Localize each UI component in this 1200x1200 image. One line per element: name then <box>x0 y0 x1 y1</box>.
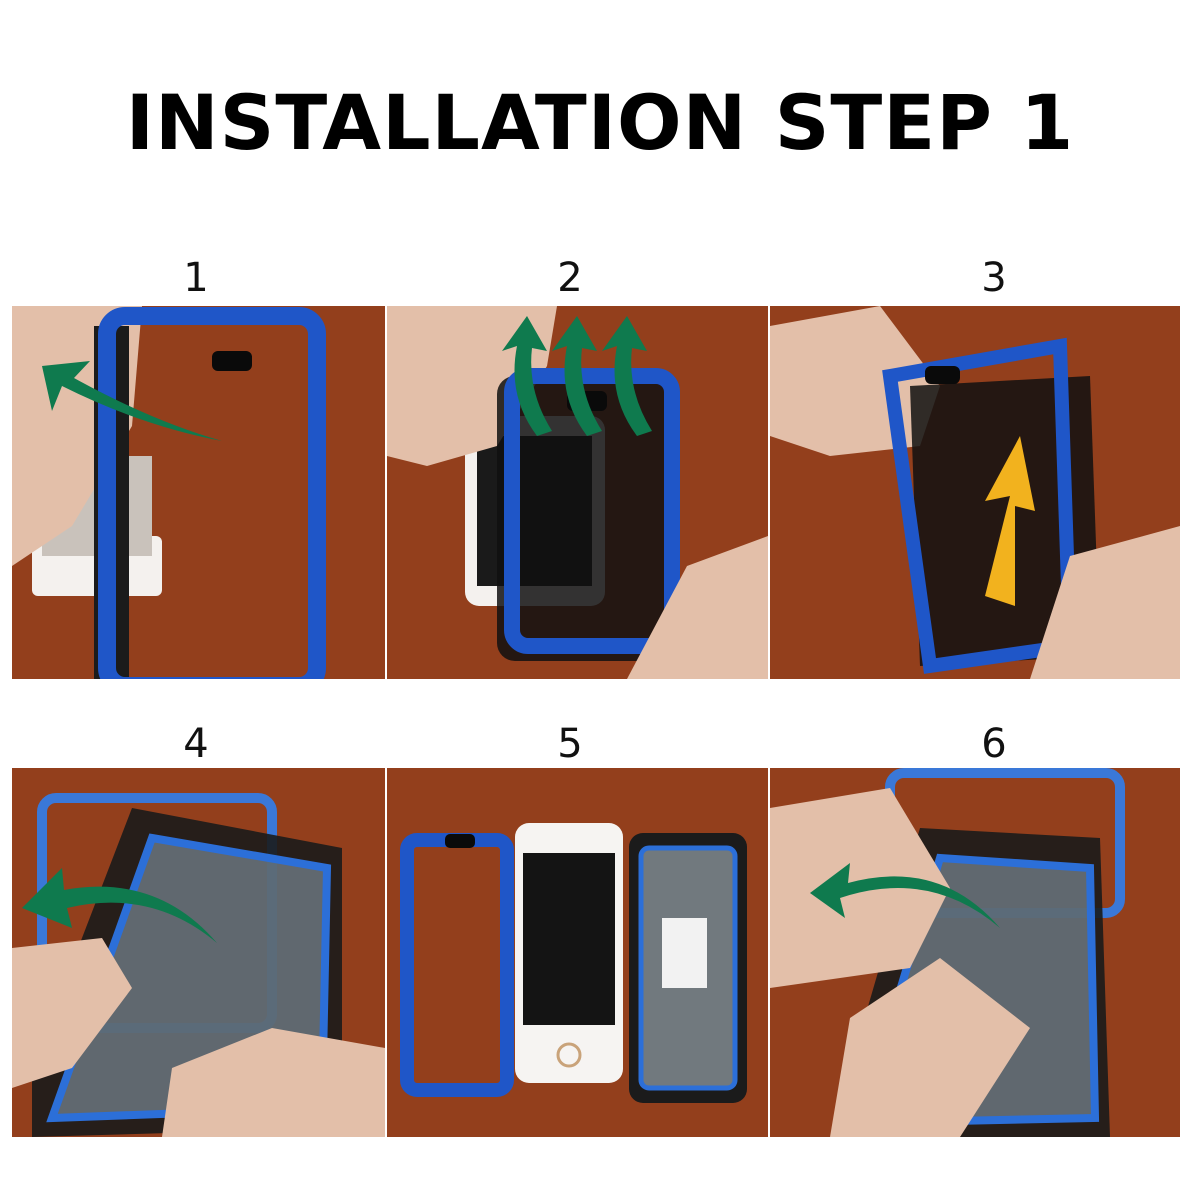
step-number-1: 1 <box>183 255 209 301</box>
step-number-6: 6 <box>981 721 1007 767</box>
step-number-3: 3 <box>981 255 1007 301</box>
step-number-2: 2 <box>557 255 583 301</box>
step-1-photo <box>12 306 385 679</box>
page-title: INSTALLATION STEP 1 <box>125 78 1075 167</box>
step-number-4: 4 <box>183 721 209 767</box>
step-2-photo <box>387 306 768 679</box>
step-number-5: 5 <box>557 721 583 767</box>
step-5-photo <box>387 768 768 1137</box>
step-4-photo <box>12 768 385 1137</box>
step-3-photo <box>770 306 1180 679</box>
step-6-photo <box>770 768 1180 1137</box>
